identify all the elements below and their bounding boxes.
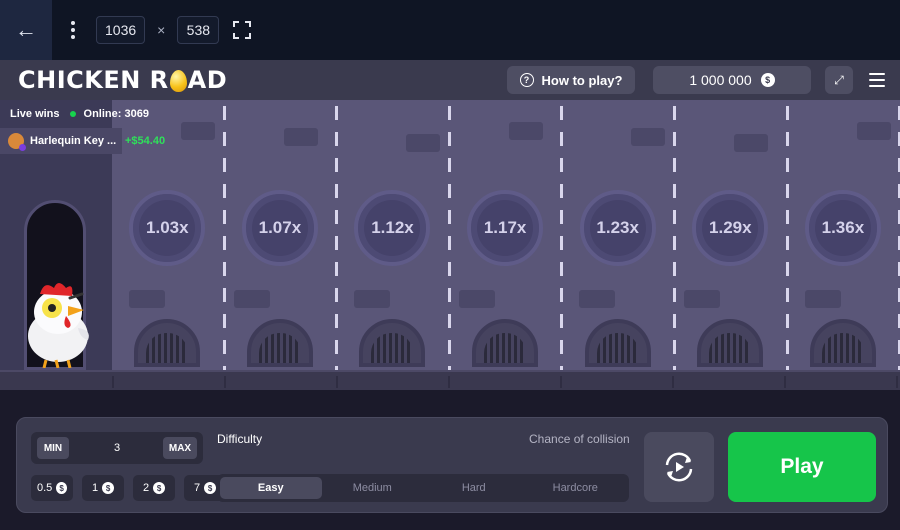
wall-brick [684, 290, 720, 308]
road-lane: 1.29x [674, 100, 787, 372]
player-name: Harlequin Key ... [30, 135, 117, 147]
autoplay-button[interactable] [644, 432, 714, 502]
sewer-grate [809, 319, 876, 367]
wall-brick [631, 128, 666, 146]
difficulty-label: Difficulty [217, 432, 263, 446]
multiplier-coin[interactable]: 1.03x [129, 190, 206, 266]
device-toolbar: ← 1036 × 538 [0, 0, 900, 60]
difficulty-hardcore[interactable]: Hardcore [525, 477, 627, 499]
how-to-play-button[interactable]: ? How to play? [507, 66, 635, 94]
quick-bet-chip[interactable]: 2 $ [133, 475, 175, 501]
wall-brick [508, 122, 543, 140]
wall-brick [283, 128, 318, 146]
sewer-grate [697, 319, 764, 367]
wall-brick [458, 290, 495, 308]
sewer-grate [134, 319, 201, 367]
chicken-road-logo: CHICKEN R AD [18, 66, 227, 94]
wall-brick [233, 290, 270, 308]
road-ground [0, 370, 900, 390]
win-amount: +$54.40 [125, 135, 166, 147]
game-header: CHICKEN R AD ? How to play? 1 000 000 $ … [0, 60, 900, 100]
road-lane: 1.17x [449, 100, 562, 372]
back-arrow-icon[interactable]: ← [0, 0, 52, 60]
wall-brick [181, 122, 215, 140]
logo-text-left: CHICKEN R [18, 66, 169, 94]
wall-brick [406, 134, 441, 152]
multiplier-coin[interactable]: 1.07x [241, 190, 318, 266]
sewer-grate [472, 319, 539, 367]
balance-value: 1 000 000 [689, 72, 752, 88]
more-options-icon[interactable] [66, 21, 80, 39]
expand-icon[interactable]: ⤢ [825, 66, 853, 94]
sewer-grate [359, 319, 426, 367]
bet-amount-box: 3 MIN MAX [31, 432, 203, 464]
difficulty-easy[interactable]: Easy [220, 477, 322, 499]
control-panel: 3 MIN MAX 0.5 $ 1 $ 2 $ 7 $ Difficulty Chanc… [16, 417, 888, 513]
dollar-coin-icon: $ [102, 482, 115, 494]
logo-text-right: AD [187, 66, 228, 94]
balance-display: 1 000 000 $ [653, 66, 811, 94]
player-avatar [8, 133, 26, 151]
dollar-coin-icon: $ [204, 482, 217, 494]
chip-value: 1 [91, 482, 99, 494]
chip-value: 2 [142, 482, 150, 494]
wall-brick [856, 122, 891, 140]
dollar-coin-icon: $ [56, 482, 67, 494]
game-stage: 1.03x 1.07x 1.12x 1.17x 1.23x 1.29x 1.36x Live… [0, 100, 900, 390]
live-wins-bar: Live wins Online: 3069 [0, 104, 149, 124]
question-icon: ? [519, 73, 534, 87]
quick-bet-chip[interactable]: 0.5 $ [31, 475, 73, 501]
max-bet-button[interactable]: MAX [163, 437, 197, 459]
road-lane: 1.36x [787, 100, 900, 372]
multiplier-coin[interactable]: 1.23x [579, 190, 656, 266]
wall-brick [734, 134, 768, 152]
play-button[interactable]: Play [728, 432, 876, 502]
chip-value: 7 [193, 482, 201, 494]
wall-brick [354, 290, 391, 308]
wall-brick [129, 290, 165, 308]
live-wins-label: Live wins [10, 108, 60, 120]
dollar-coin-icon: $ [153, 482, 166, 494]
dollar-coin-icon: $ [760, 73, 775, 87]
sewer-grate [246, 319, 313, 367]
quick-bet-chip[interactable]: 1 $ [82, 475, 124, 501]
online-count: Online: 3069 [83, 108, 149, 120]
width-field[interactable]: 1036 [96, 16, 146, 44]
road-lane: 1.07x [224, 100, 337, 372]
fullscreen-icon[interactable] [233, 21, 252, 39]
menu-icon[interactable] [869, 73, 885, 87]
difficulty-selector: Easy Medium Hard Hardcore [217, 474, 629, 502]
how-to-play-label: How to play? [541, 72, 623, 88]
difficulty-hard[interactable]: Hard [423, 477, 525, 499]
multiplier-coin[interactable]: 1.29x [692, 190, 769, 266]
min-bet-button[interactable]: MIN [37, 437, 69, 459]
road-lane: 1.23x [561, 100, 674, 372]
multiplier-coin[interactable]: 1.17x [467, 190, 544, 266]
chip-value: 0.5 [37, 482, 53, 494]
egg-icon [169, 70, 187, 92]
sewer-grate [584, 319, 651, 367]
height-field[interactable]: 538 [177, 16, 220, 44]
chicken-character [28, 283, 89, 368]
difficulty-medium[interactable]: Medium [322, 477, 424, 499]
road-lane: 1.12x [336, 100, 449, 372]
chance-of-collision-label: Chance of collision [529, 432, 630, 446]
multiplier-coin[interactable]: 1.12x [354, 190, 431, 266]
wall-brick [579, 290, 616, 308]
dimension-separator: × [157, 22, 166, 38]
multiplier-coin[interactable]: 1.36x [804, 190, 881, 266]
live-win-entry: Harlequin Key ... [0, 128, 123, 154]
online-dot-icon [69, 111, 76, 117]
quick-bet-chips: 0.5 $ 1 $ 2 $ 7 $ [31, 475, 226, 501]
wall-brick [804, 290, 841, 308]
autoplay-icon [665, 452, 693, 482]
